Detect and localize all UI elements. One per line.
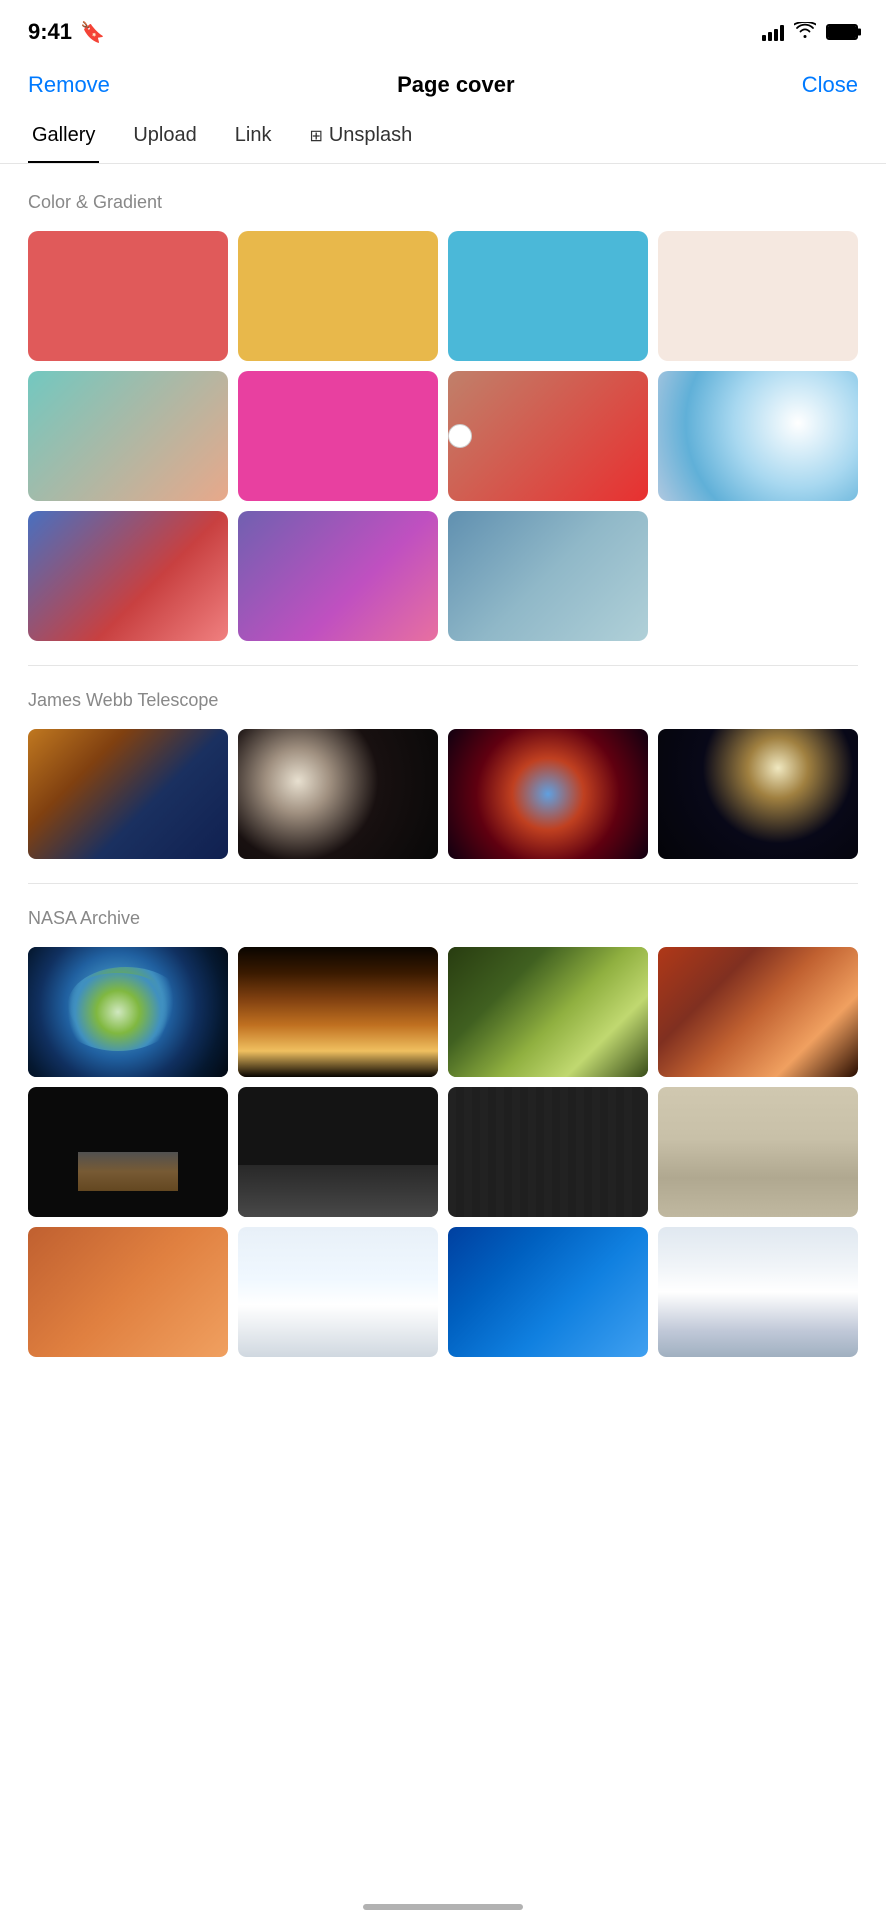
swatch-red-grad[interactable] [448, 371, 648, 501]
nasa-image-spacewalk[interactable] [448, 1227, 648, 1357]
nasa-image-lander[interactable] [28, 1087, 228, 1217]
wifi-icon [794, 21, 816, 44]
nasa-grid-row1 [28, 947, 858, 1077]
swatch-yellow[interactable] [238, 231, 438, 361]
nasa-image-moonwalk[interactable] [238, 1087, 438, 1217]
battery-icon [826, 24, 858, 40]
nasa-image-launch-pad[interactable] [238, 1227, 438, 1357]
status-time: 9:41 [28, 19, 72, 45]
james-webb-title: James Webb Telescope [28, 690, 858, 711]
swatch-purple-pink-grad[interactable] [238, 511, 438, 641]
divider-2 [28, 883, 858, 884]
status-icons [762, 21, 858, 44]
swatch-peach[interactable] [658, 231, 858, 361]
james-webb-grid [28, 729, 858, 859]
color-grid-row3 [28, 511, 858, 641]
nasa-image-astronaut-repair[interactable] [658, 947, 858, 1077]
selected-dot [448, 424, 472, 448]
jwst-image-1[interactable] [28, 729, 228, 859]
status-bar: 9:41 🔖 [0, 0, 886, 60]
james-webb-section: James Webb Telescope [28, 690, 858, 859]
tab-upload[interactable]: Upload [129, 114, 200, 163]
nasa-image-mars[interactable] [28, 1227, 228, 1357]
nasa-archive-section: NASA Archive [28, 908, 858, 1357]
tab-unsplash-label: Unsplash [329, 124, 412, 147]
jwst-image-3[interactable] [448, 729, 648, 859]
swatch-blue[interactable] [448, 231, 648, 361]
unsplash-icon: ⊞ [309, 126, 322, 146]
nasa-image-control-room[interactable] [448, 1087, 648, 1217]
color-gradient-section: Color & Gradient [28, 192, 858, 641]
page-title: Page cover [397, 72, 514, 98]
tab-gallery-label: Gallery [32, 124, 95, 147]
swatch-blue-white-grad[interactable] [658, 371, 858, 501]
tab-upload-label: Upload [133, 124, 196, 147]
tab-unsplash[interactable]: ⊞ Unsplash [305, 114, 416, 163]
nasa-grid-row3 [28, 1227, 858, 1357]
jwst-image-4[interactable] [658, 729, 858, 859]
color-grid-row1 [28, 231, 858, 361]
close-button[interactable]: Close [802, 72, 858, 98]
jwst-image-2[interactable] [238, 729, 438, 859]
swatch-pink[interactable] [238, 371, 438, 501]
nasa-image-earth[interactable] [28, 947, 228, 1077]
tab-gallery[interactable]: Gallery [28, 114, 99, 163]
tabs-bar: Gallery Upload Link ⊞ Unsplash [0, 114, 886, 164]
nasa-image-shuttle-launch[interactable] [658, 1227, 858, 1357]
bookmark-icon: 🔖 [80, 20, 105, 45]
main-content: Color & Gradient [0, 164, 886, 1357]
swatch-teal-grad[interactable] [28, 371, 228, 501]
nasa-image-wright[interactable] [658, 1087, 858, 1217]
signal-bars-icon [762, 23, 784, 41]
swatch-red[interactable] [28, 231, 228, 361]
divider-1 [28, 665, 858, 666]
color-grid-row2 [28, 371, 858, 501]
swatch-empty [658, 511, 858, 641]
swatch-blue-red-grad[interactable] [28, 511, 228, 641]
nasa-archive-title: NASA Archive [28, 908, 858, 929]
page-cover-header: Remove Page cover Close [0, 60, 886, 114]
tab-link-label: Link [235, 124, 272, 147]
nasa-image-telescope[interactable] [448, 947, 648, 1077]
swatch-blue-gray-grad[interactable] [448, 511, 648, 641]
color-gradient-title: Color & Gradient [28, 192, 858, 213]
scroll-indicator [363, 1904, 523, 1910]
tab-link[interactable]: Link [231, 114, 276, 163]
nasa-image-engine[interactable] [238, 947, 438, 1077]
nasa-grid-row2 [28, 1087, 858, 1217]
remove-button[interactable]: Remove [28, 72, 110, 98]
